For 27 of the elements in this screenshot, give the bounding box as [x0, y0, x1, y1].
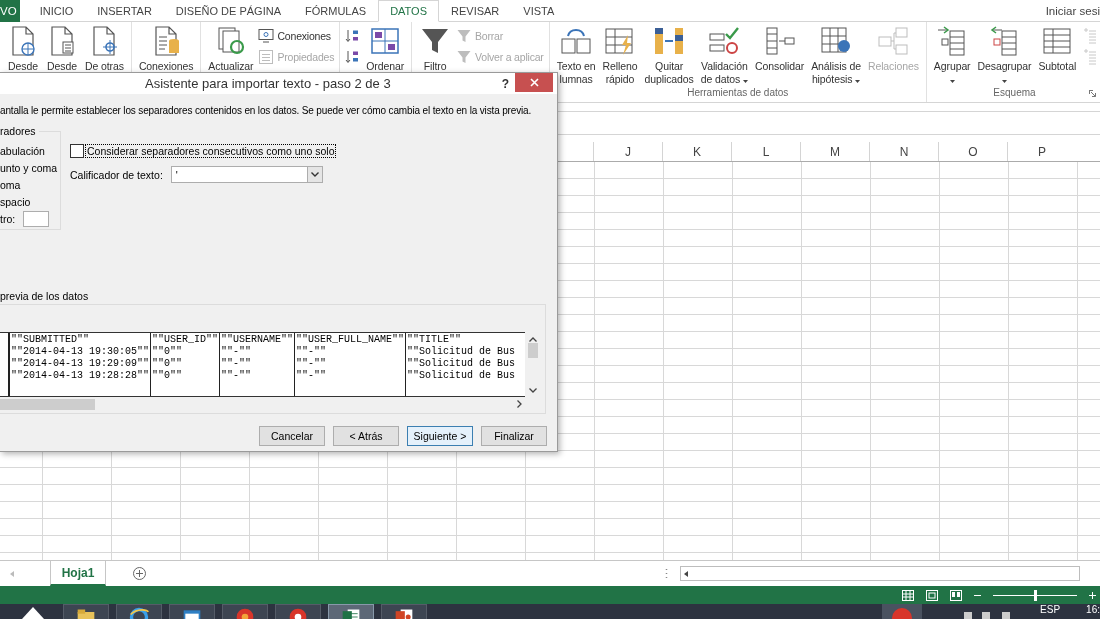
preview-cell-text: ""-"": [296, 346, 328, 358]
instructions-text: antalla le permite establecer los separadores contenidos en los datos. Se puede ver cómo cambia el texto en la vista previa.: [0, 104, 532, 117]
group-label: previa de los datos: [0, 290, 90, 302]
preview-cell: ""USER_FULL_NAME"": [296, 334, 405, 346]
preview-cell-text: ""-"": [296, 358, 328, 370]
dialog-title: Asistente para importar texto - paso 2 de 3: [144, 76, 392, 91]
group-label: Esquema: [993, 87, 1036, 98]
field-label: Calificador de texto:: [70, 168, 163, 181]
preview-cell: ""USER_ID"": [152, 334, 219, 346]
preview-cell: ""2014-04-13 19:29:09"": [11, 358, 150, 370]
preview-cell-text: ""-"": [296, 370, 328, 382]
preview-cell-text: ""-"": [221, 346, 253, 358]
group-label: radores: [0, 125, 39, 137]
preview-cell-text: ""0"": [152, 346, 184, 358]
preview-cell-text: ""0"": [152, 358, 184, 370]
preview-cell: ""Solicitud de Bus: [407, 370, 516, 382]
preview-cell-text: ""0"": [152, 370, 184, 382]
preview-cell-text: ""-"": [221, 370, 253, 382]
preview-cell: ""USERNAME"": [221, 334, 294, 346]
preview-cell: ""Solicitud de Bus: [407, 358, 516, 370]
preview-cell: ""Solicitud de Bus: [407, 346, 516, 358]
group-label: Herramientas de datos: [687, 87, 789, 98]
preview-cell: ""2014-04-13 19:28:28"": [11, 370, 150, 382]
preview-cell: ""2014-04-13 19:30:05"": [11, 346, 150, 358]
preview-cell-text: ""-"": [221, 358, 253, 370]
preview-cell-text: ""SUBMITTED"": [11, 334, 90, 346]
preview-cell-text: ""TITLE"": [407, 334, 463, 346]
